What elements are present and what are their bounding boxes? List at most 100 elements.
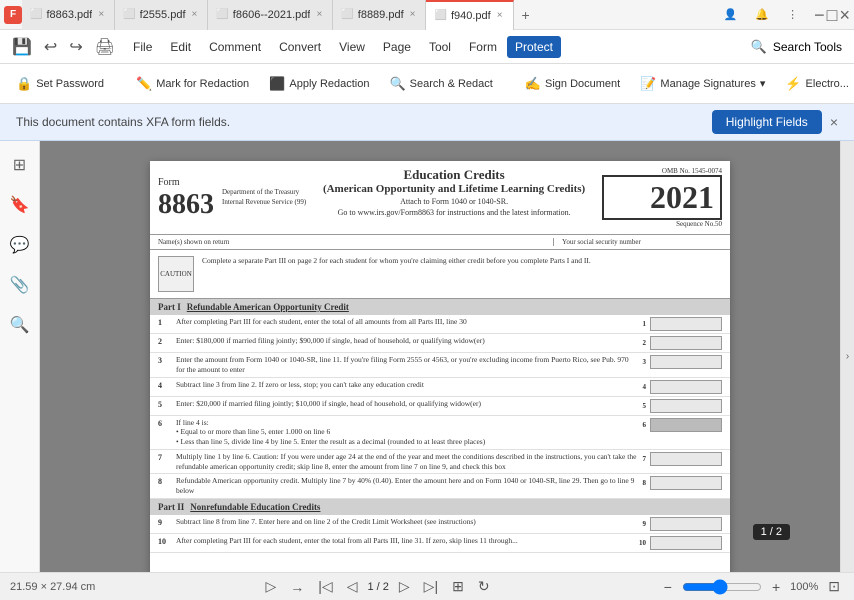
field-number: 6	[643, 421, 647, 429]
comment-icon[interactable]: 💬	[4, 229, 36, 261]
input-field[interactable]	[650, 418, 722, 432]
select-tool-btn[interactable]: →	[286, 577, 308, 597]
menu-icon[interactable]: ⋮	[779, 8, 806, 21]
save-icon[interactable]: 💾	[8, 35, 36, 59]
menu-comment[interactable]: Comment	[201, 36, 269, 58]
menu-page[interactable]: Page	[375, 36, 419, 58]
restore-button[interactable]: □	[827, 6, 838, 24]
input-field[interactable]	[650, 380, 722, 394]
search-sidebar-icon[interactable]: 🔍	[4, 309, 36, 341]
search-tools-icon[interactable]: 🔍	[749, 37, 769, 57]
rotate-btn[interactable]: ↻	[474, 576, 494, 597]
input-field[interactable]	[650, 452, 722, 466]
sign-doc-button[interactable]: ✍️ Sign Document	[517, 72, 628, 96]
row-text: After completing Part III for each stude…	[172, 317, 643, 327]
tab-f8606[interactable]: ⬜ f8606--2021.pdf ×	[208, 0, 333, 30]
set-password-button[interactable]: 🔒 Set Password	[8, 72, 112, 96]
electronic-button[interactable]: ⚡ Electro...	[777, 72, 854, 96]
input-field[interactable]	[650, 476, 722, 490]
table-row: 4 Subtract line 3 from line 2. If zero o…	[150, 378, 730, 397]
new-tab-button[interactable]: +	[514, 7, 538, 23]
minimize-button[interactable]: −	[814, 6, 825, 24]
profile-icon[interactable]: 👤	[716, 8, 746, 21]
manage-sig-button[interactable]: 📝 Manage Signatures ▾	[632, 72, 773, 96]
menu-tool[interactable]: Tool	[421, 36, 459, 58]
right-panel-toggle[interactable]: ›	[840, 141, 854, 572]
caution-icon: CAUTION	[158, 256, 194, 292]
menu-file[interactable]: File	[125, 36, 160, 58]
highlight-fields-button[interactable]: Highlight Fields	[712, 110, 822, 134]
fit-page-btn[interactable]: ⊞	[448, 576, 468, 597]
apply-redaction-button[interactable]: ⬛ Apply Redaction	[261, 72, 377, 96]
last-page-btn[interactable]: ▷|	[420, 576, 442, 597]
window-controls: − □ ×	[806, 6, 850, 24]
undo-icon[interactable]: ↩	[40, 35, 61, 59]
search-tools-label[interactable]: Search Tools	[773, 40, 842, 54]
menu-protect[interactable]: Protect	[507, 36, 561, 58]
menu-view[interactable]: View	[331, 36, 373, 58]
content-area[interactable]: Form 8863 Department of the Treasury Int…	[40, 141, 840, 572]
menu-convert[interactable]: Convert	[271, 36, 329, 58]
input-field[interactable]	[650, 536, 722, 550]
form-header: Form 8863 Department of the Treasury Int…	[150, 161, 730, 235]
tabs-container: ⬜ f8863.pdf × ⬜ f2555.pdf × ⬜ f8606--202…	[22, 0, 716, 30]
form-name-row: Name(s) shown on return Your social secu…	[150, 235, 730, 250]
row-number: 5	[158, 399, 172, 409]
search-redact-button[interactable]: 🔍 Search & Redact	[381, 72, 500, 96]
menu-form[interactable]: Form	[461, 36, 505, 58]
input-field[interactable]	[650, 336, 722, 350]
set-password-label: Set Password	[36, 78, 104, 90]
menu-edit[interactable]: Edit	[162, 36, 199, 58]
row-field: 8	[643, 476, 723, 490]
field-number: 3	[643, 358, 647, 366]
close-button[interactable]: ×	[839, 6, 850, 24]
fullscreen-btn[interactable]: ⊡	[824, 576, 844, 597]
table-row: 1 After completing Part III for each stu…	[150, 315, 730, 334]
mark-redaction-label: Mark for Redaction	[156, 78, 249, 90]
attachment-icon[interactable]: 📎	[4, 269, 36, 301]
redo-icon[interactable]: ↪	[65, 35, 86, 59]
tab-f2555[interactable]: ⬜ f2555.pdf ×	[115, 0, 208, 30]
tab-close-btn[interactable]: ×	[495, 10, 505, 21]
alert-icon[interactable]: 🔔	[747, 8, 777, 21]
notification-close-button[interactable]: ×	[830, 114, 838, 130]
row-number: 9	[158, 517, 172, 527]
row-text: Refundable American opportunity credit. …	[172, 476, 643, 496]
tab-f8863[interactable]: ⬜ f8863.pdf ×	[22, 0, 115, 30]
tab-close-btn[interactable]: ×	[190, 9, 200, 20]
input-field[interactable]	[650, 517, 722, 531]
cursor-tool-btn[interactable]: ▷	[262, 576, 281, 597]
apply-redaction-label: Apply Redaction	[289, 78, 369, 90]
zoom-slider[interactable]	[682, 579, 762, 595]
part2-label: Part II	[158, 502, 184, 512]
table-row: 3 Enter the amount from Form 1040 or 104…	[150, 353, 730, 378]
electronic-label: Electro...	[806, 78, 849, 90]
tab-close-btn[interactable]: ×	[314, 9, 324, 20]
page-count-badge: 1 / 2	[753, 524, 790, 540]
zoom-out-btn[interactable]: −	[660, 577, 676, 597]
form-title-sub: (American Opportunity and Lifetime Learn…	[314, 183, 594, 195]
tab-f8889[interactable]: ⬜ f8889.pdf ×	[333, 0, 426, 30]
print-icon[interactable]: 🖨	[91, 35, 119, 59]
tab-close-btn[interactable]: ×	[96, 9, 106, 20]
next-page-btn[interactable]: ▷	[395, 576, 414, 597]
row-number: 3	[158, 355, 172, 365]
app-icon: F	[4, 6, 22, 24]
input-field[interactable]	[650, 317, 722, 331]
zoom-in-btn[interactable]: +	[768, 577, 784, 597]
tab-close-btn[interactable]: ×	[408, 9, 418, 20]
prev-page-btn[interactable]: ◁	[343, 576, 362, 597]
tab-f940[interactable]: ⬜ f940.pdf ×	[426, 0, 513, 30]
quick-access: 💾 ↩ ↪ 🖨	[8, 35, 119, 59]
layers-icon[interactable]: ⊞	[7, 149, 32, 181]
table-row: 5 Enter: $20,000 if married filing joint…	[150, 397, 730, 416]
form-title-area: Education Credits (American Opportunity …	[306, 167, 602, 228]
statusbar: 21.59 × 27.94 cm ▷ → |◁ ◁ 1 / 2 ▷ ▷| ⊞ ↻…	[0, 572, 854, 600]
ssn-cell: Your social security number	[562, 238, 722, 246]
pdf-icon: ⬜	[434, 10, 446, 21]
input-field[interactable]	[650, 355, 722, 369]
bookmark-icon[interactable]: 🔖	[4, 189, 36, 221]
mark-redaction-button[interactable]: ✏️ Mark for Redaction	[128, 72, 257, 96]
first-page-btn[interactable]: |◁	[314, 576, 336, 597]
input-field[interactable]	[650, 399, 722, 413]
